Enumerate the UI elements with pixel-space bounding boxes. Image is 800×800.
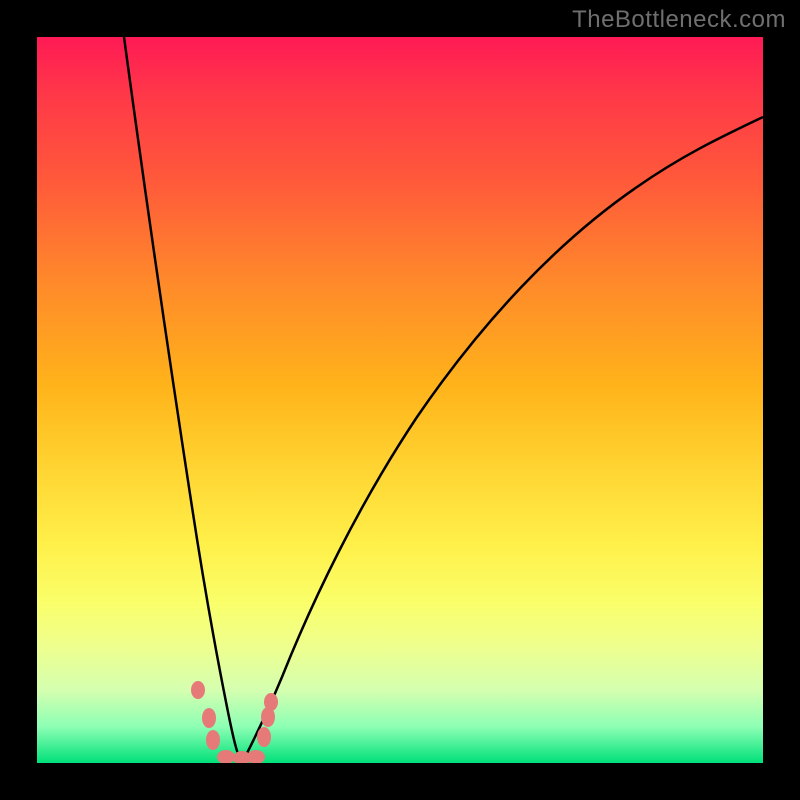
chart-frame: TheBottleneck.com xyxy=(0,0,800,800)
watermark-text: TheBottleneck.com xyxy=(572,6,786,34)
plot-area xyxy=(37,37,763,763)
curve-left-branch xyxy=(124,37,242,763)
curve-layer xyxy=(37,37,763,763)
marker-cluster xyxy=(191,681,278,763)
curve-right-branch xyxy=(242,117,763,763)
